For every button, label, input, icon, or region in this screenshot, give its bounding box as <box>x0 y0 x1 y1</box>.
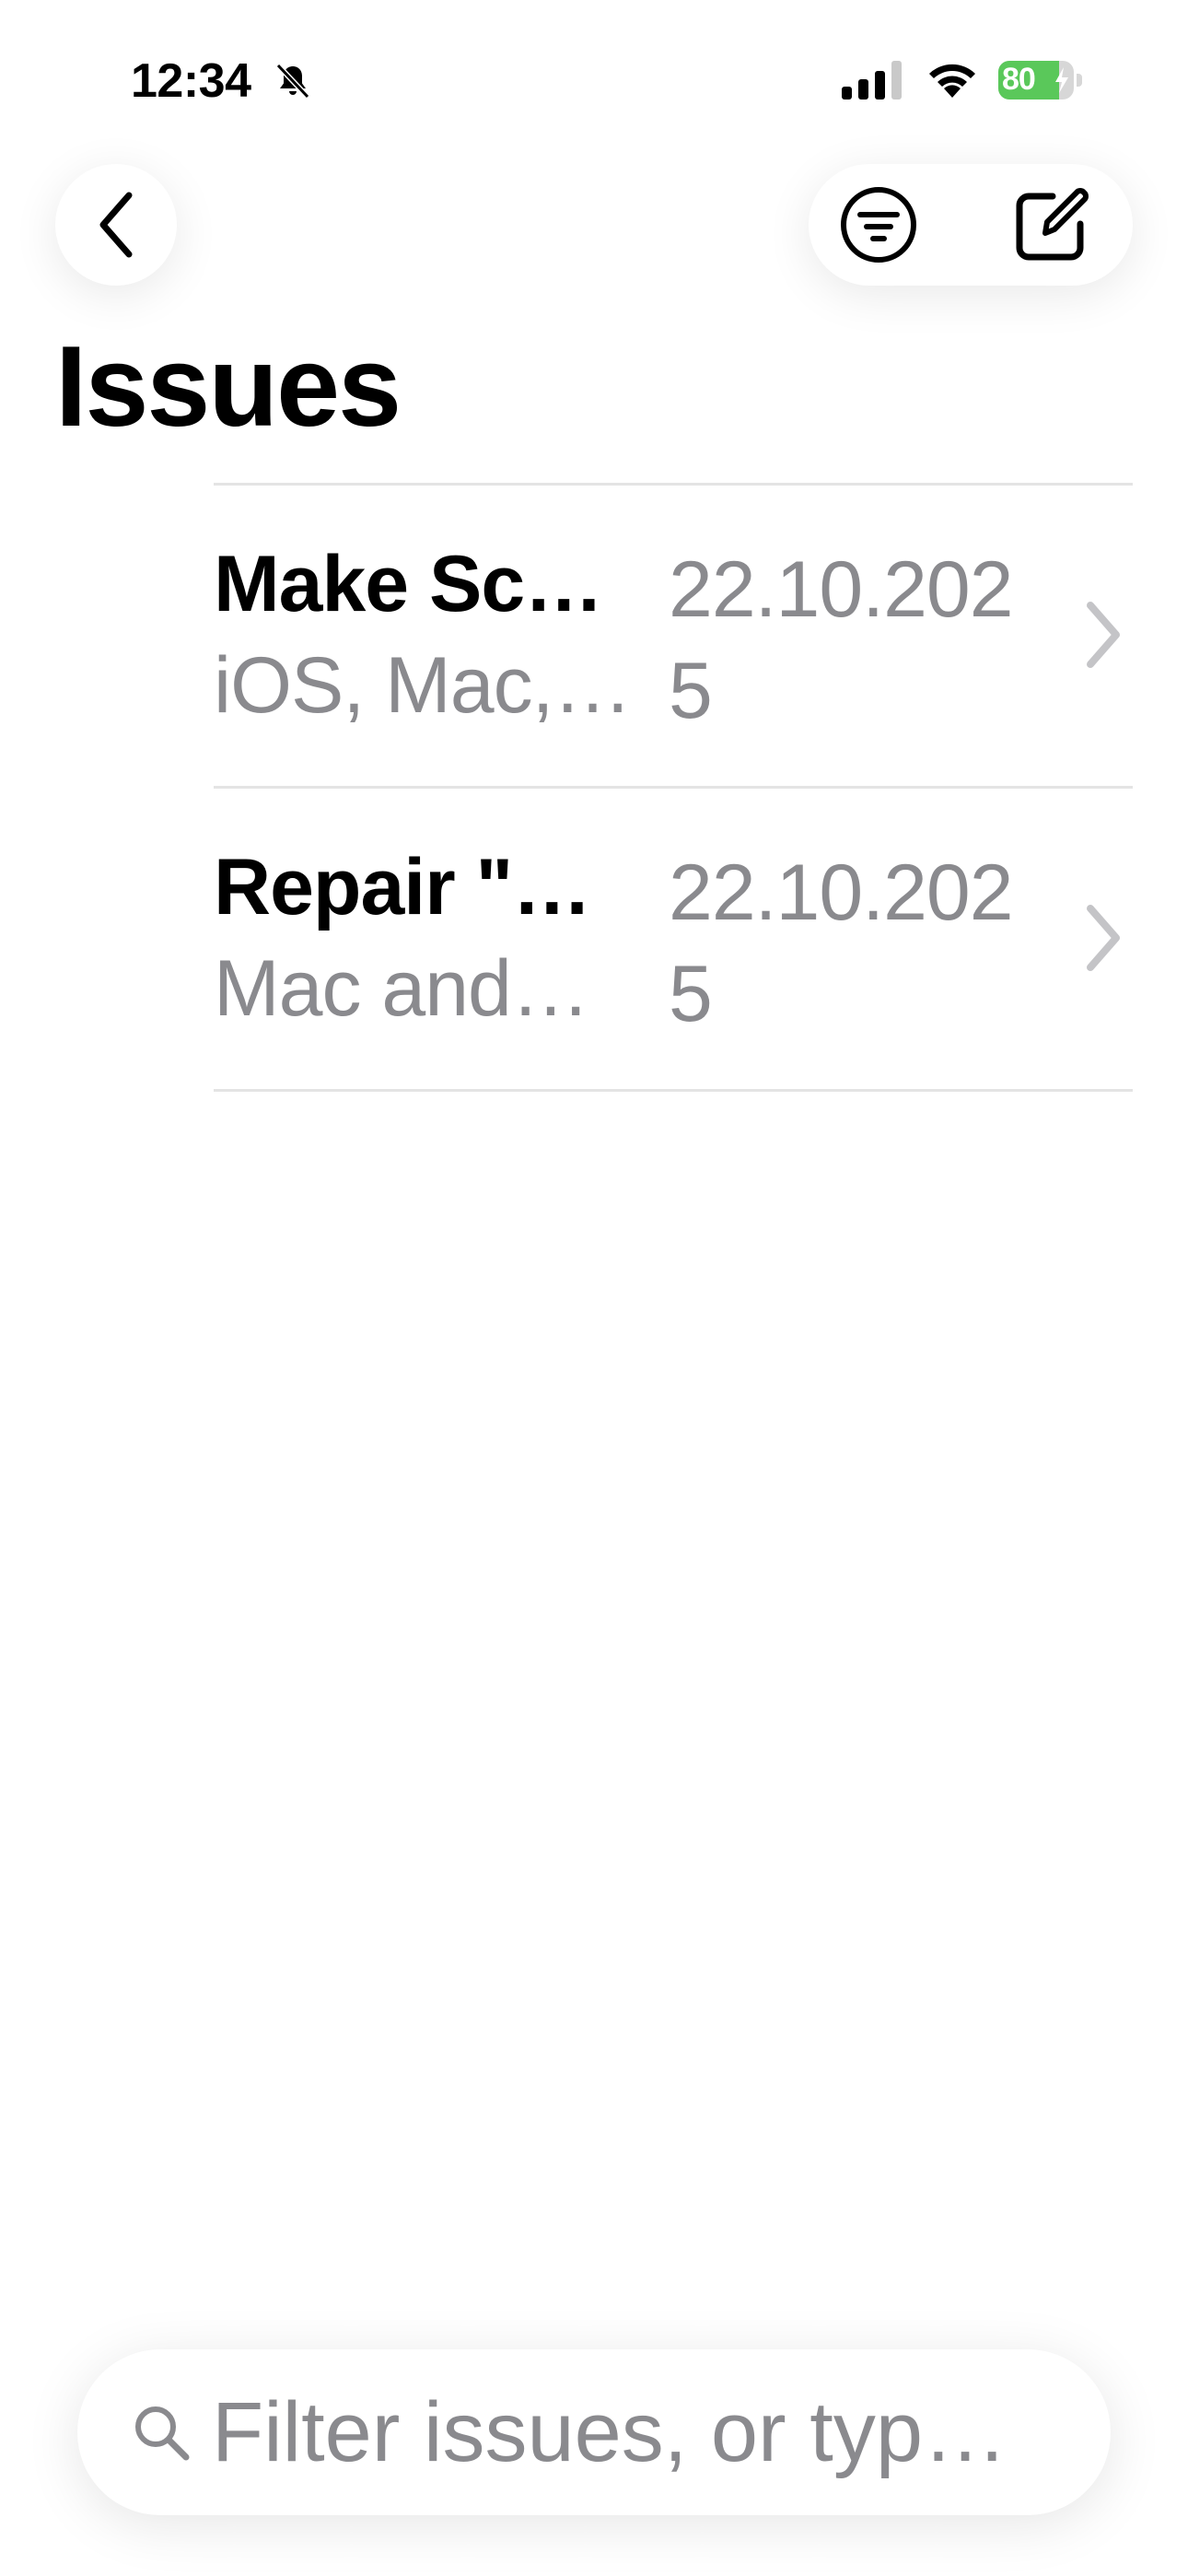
search-bar[interactable] <box>77 2349 1111 2515</box>
search-icon <box>135 2406 190 2461</box>
issue-subtitle: Mac and… <box>214 944 590 1033</box>
chevron-left-icon <box>99 192 133 258</box>
screen: 12:34 80 Issues Make Sc… iOS, Mac,… 22.1… <box>0 0 1188 2576</box>
issue-date: 22.10.2025 <box>669 545 1014 736</box>
list-item[interactable]: Make Sc… iOS, Mac,… 22.10.2025 <box>214 486 1133 786</box>
page-title: Issues <box>55 323 402 451</box>
issue-date: 22.10.2025 <box>669 849 1014 1039</box>
list-item[interactable]: Repair "… Mac and… 22.10.2025 <box>214 789 1133 1089</box>
search-input[interactable] <box>212 2368 1041 2497</box>
cellular-signal-icon <box>842 61 902 100</box>
wifi-icon <box>929 64 975 98</box>
battery-body: 80 <box>998 61 1074 100</box>
back-button[interactable] <box>55 164 177 286</box>
battery-percent: 80 <box>1002 62 1036 97</box>
chevron-right-icon <box>1087 905 1120 971</box>
issue-title: Make Sc… <box>214 540 603 628</box>
status-time: 12:34 <box>131 54 251 108</box>
bell-slash-icon <box>275 63 310 100</box>
chevron-right-icon <box>1087 602 1120 668</box>
compose-icon <box>1016 188 1089 261</box>
issue-subtitle: iOS, Mac,… <box>214 641 633 730</box>
compose-button[interactable] <box>1007 181 1096 269</box>
filter-circle-icon <box>841 187 916 263</box>
issue-title: Repair "… <box>214 843 591 931</box>
issue-list: Make Sc… iOS, Mac,… 22.10.2025 Repair "…… <box>214 483 1133 1092</box>
toolbar-actions <box>809 164 1133 286</box>
battery-nub <box>1077 74 1082 87</box>
list-separator <box>214 1089 1133 1092</box>
battery-charging-icon: 80 <box>998 61 1083 100</box>
bolt-icon <box>1055 67 1068 93</box>
filter-button[interactable] <box>838 184 919 265</box>
